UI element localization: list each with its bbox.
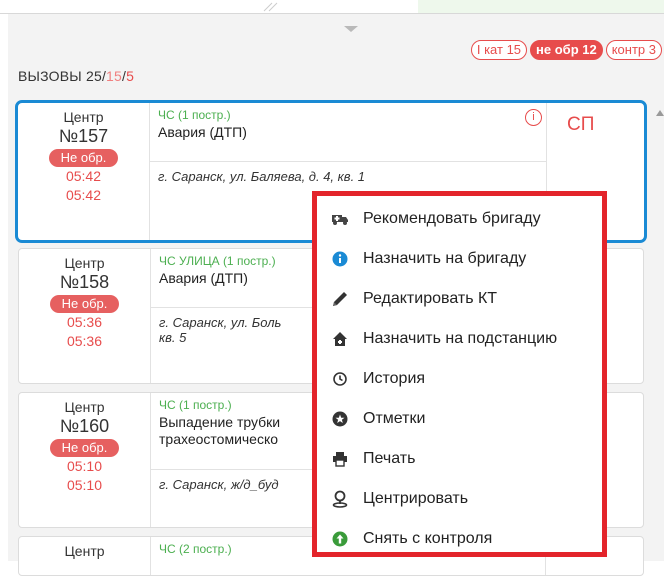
menu-item-assign-substation[interactable]: Назначить на подстанцию	[317, 319, 602, 359]
call-time: 05:42	[65, 187, 102, 203]
menu-item-label: Редактировать КТ	[363, 290, 498, 307]
call-time: 05:42	[65, 168, 102, 184]
chip-category1[interactable]: I кат 15	[470, 40, 528, 60]
call-station: Центр	[64, 255, 105, 271]
status-badge: Не обр.	[48, 149, 119, 167]
call-time: 05:36	[66, 314, 103, 330]
call-time: 05:10	[66, 477, 103, 493]
call-address: г. Саранск, ул. Баляева, д. 4, кв. 1	[150, 161, 546, 191]
menu-item-label: История	[363, 370, 426, 387]
resize-grip-icon[interactable]	[262, 2, 282, 12]
call-description: Авария (ДТП)	[158, 124, 247, 140]
arrow-up-icon	[317, 531, 363, 547]
menu-item-label: Назначить на бригаду	[363, 250, 527, 267]
menu-item-label: Снять с контроля	[363, 530, 493, 547]
call-number: №160	[59, 416, 110, 436]
star-icon	[317, 411, 363, 427]
calls-counter: ВЫЗОВЫ 25/15/5	[18, 68, 135, 84]
chip-control[interactable]: контр 3	[605, 40, 662, 60]
menu-item-print[interactable]: Печать	[317, 439, 602, 479]
menu-item-label: Отметки	[363, 410, 426, 427]
info-icon	[317, 251, 363, 267]
status-badge: Не обр.	[49, 439, 120, 457]
menu-item-remove-control[interactable]: Снять с контроля	[317, 519, 602, 559]
menu-item-label: Рекомендовать бригаду	[363, 210, 541, 227]
home-icon	[317, 331, 363, 347]
menu-item-center[interactable]: Центрировать	[317, 479, 602, 519]
history-icon	[317, 371, 363, 387]
call-time: 05:10	[66, 458, 103, 474]
call-number: №157	[58, 126, 109, 146]
map-pin-icon	[317, 490, 363, 508]
call-time: 05:36	[66, 333, 103, 349]
call-station: Центр	[64, 543, 105, 559]
call-number: №158	[59, 272, 110, 292]
call-type: ЧС (1 постр.)	[158, 108, 231, 122]
pencil-icon	[317, 289, 363, 309]
menu-item-marks[interactable]: Отметки	[317, 399, 602, 439]
print-icon	[317, 451, 363, 467]
call-station: Центр	[63, 109, 104, 125]
collapse-icon[interactable]	[344, 26, 358, 32]
menu-item-assign-team[interactable]: Назначить на бригаду	[317, 239, 602, 279]
call-code: СП	[567, 114, 595, 135]
call-station: Центр	[64, 399, 105, 415]
filter-chips: I кат 15 не обр 12 контр 3	[470, 40, 662, 60]
menu-item-label: Назначить на подстанцию	[363, 330, 558, 347]
status-badge: Не обр.	[49, 295, 120, 313]
info-icon[interactable]: i	[525, 109, 542, 126]
scroll-up-icon[interactable]	[656, 110, 664, 116]
menu-item-edit-kt[interactable]: Редактировать КТ	[317, 279, 602, 319]
menu-item-recommend-team[interactable]: Рекомендовать бригаду	[317, 199, 602, 239]
context-menu: Рекомендовать бригаду Назначить на брига…	[312, 191, 607, 557]
top-strip	[0, 0, 664, 14]
top-map-area	[418, 0, 664, 14]
calls-unprocessed: 15	[106, 68, 123, 84]
calls-controlled: 5	[126, 68, 135, 84]
menu-item-label: Центрировать	[363, 490, 469, 507]
calls-total: 25	[85, 68, 102, 84]
menu-item-history[interactable]: История	[317, 359, 602, 399]
ambulance-icon	[317, 212, 363, 226]
chip-unprocessed[interactable]: не обр 12	[530, 40, 603, 60]
menu-item-label: Печать	[363, 450, 416, 467]
